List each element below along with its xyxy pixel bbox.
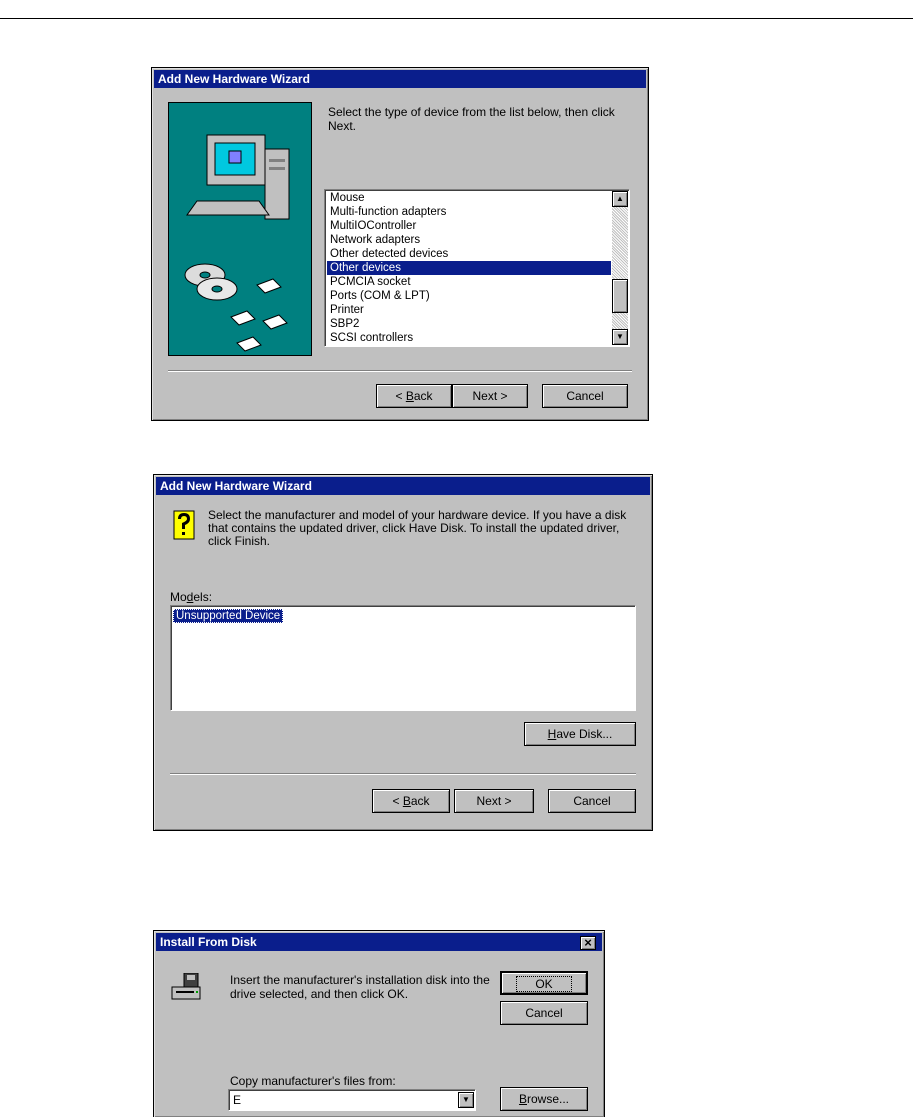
list-item[interactable]: Other detected devices [327, 247, 611, 261]
cancel-button[interactable]: Cancel [500, 1001, 588, 1025]
models-label-text: Mo [170, 590, 187, 604]
install-from-disk-dialog: Install From Disk × Insert the manufactu… [153, 930, 605, 1117]
browse-button[interactable]: Browse... [500, 1087, 588, 1111]
install-disk-title: Install From Disk [156, 933, 602, 951]
browse-label: rowse... [527, 1092, 570, 1106]
button-separator [168, 370, 632, 372]
list-item[interactable]: Mouse [327, 191, 611, 205]
scroll-down-arrow-icon[interactable]: ▼ [612, 329, 628, 345]
add-hardware-wizard-device-type: Add New Hardware Wizard Select the type [151, 67, 649, 421]
source-path-combobox[interactable]: E ▼ [228, 1089, 476, 1111]
computer-cd-illustration-icon [184, 134, 290, 352]
browse-accel-key: B [518, 1092, 527, 1106]
list-item[interactable]: PCMCIA socket [327, 275, 611, 289]
list-item[interactable]: Multi-function adapters [327, 205, 611, 219]
add-hardware-wizard-select-model: Add New Hardware Wizard Select the manuf… [153, 474, 653, 831]
close-icon[interactable]: × [580, 936, 596, 950]
list-item[interactable]: Network adapters [327, 233, 611, 247]
list-item[interactable]: Ports (COM & LPT) [327, 289, 611, 303]
ok-button[interactable]: OK [500, 971, 588, 995]
list-item[interactable]: Printer [327, 303, 611, 317]
models-label-rest: els: [193, 590, 213, 604]
wizard1-title: Add New Hardware Wizard [154, 70, 646, 88]
list-item[interactable]: MultiIOController [327, 219, 611, 233]
copy-files-label: Copy manufacturer's files from: [230, 1074, 396, 1088]
vertical-scrollbar[interactable]: ▲ ▼ [612, 191, 628, 345]
models-list[interactable]: Unsupported Device [170, 605, 636, 711]
scroll-up-arrow-icon[interactable]: ▲ [612, 191, 628, 207]
list-item[interactable]: SBP2 [327, 317, 611, 331]
wizard2-instructions: Select the manufacturer and model of you… [208, 508, 627, 548]
have-disk-label: ave Disk... [556, 727, 613, 741]
wizard1-instructions: Select the type of device from the list … [328, 105, 615, 133]
back-button[interactable]: < Back [376, 384, 452, 408]
next-button[interactable]: Next > [454, 789, 534, 813]
next-button[interactable]: Next > [452, 384, 528, 408]
back-label: < [392, 794, 403, 808]
list-item-selected[interactable]: Unsupported Device [173, 609, 284, 623]
back-accel-key: B [405, 389, 414, 403]
wizard2-title: Add New Hardware Wizard [156, 477, 650, 495]
list-item-selected[interactable]: Other devices [327, 261, 611, 275]
models-label: Models: [170, 590, 212, 604]
back-label: < [395, 389, 406, 403]
list-item[interactable]: SCSI controllers [327, 331, 611, 345]
question-icon [170, 509, 198, 543]
device-type-list-items: Mouse Multi-function adapters MultiIOCon… [327, 191, 611, 345]
back-label-rest: ack [410, 794, 430, 808]
cancel-button[interactable]: Cancel [542, 384, 628, 408]
button-separator [170, 773, 636, 775]
ok-label: OK [516, 976, 572, 992]
install-disk-message: Insert the manufacturer's installation d… [230, 973, 490, 1001]
back-button[interactable]: < Back [372, 789, 450, 813]
wizard-illustration [168, 102, 312, 356]
have-disk-button[interactable]: Have Disk... [524, 722, 636, 746]
cancel-button[interactable]: Cancel [548, 789, 636, 813]
models-list-items: Unsupported Device [173, 608, 284, 623]
device-type-list[interactable]: Mouse Multi-function adapters MultiIOCon… [324, 189, 630, 347]
disk-drive-icon [170, 972, 202, 1001]
scrollbar-thumb[interactable] [612, 279, 628, 313]
source-path-value[interactable]: E [233, 1093, 241, 1107]
page-top-rule [0, 18, 913, 19]
back-label-rest: ack [413, 389, 433, 403]
chevron-down-icon[interactable]: ▼ [458, 1092, 474, 1108]
back-accel-key: B [402, 794, 411, 808]
